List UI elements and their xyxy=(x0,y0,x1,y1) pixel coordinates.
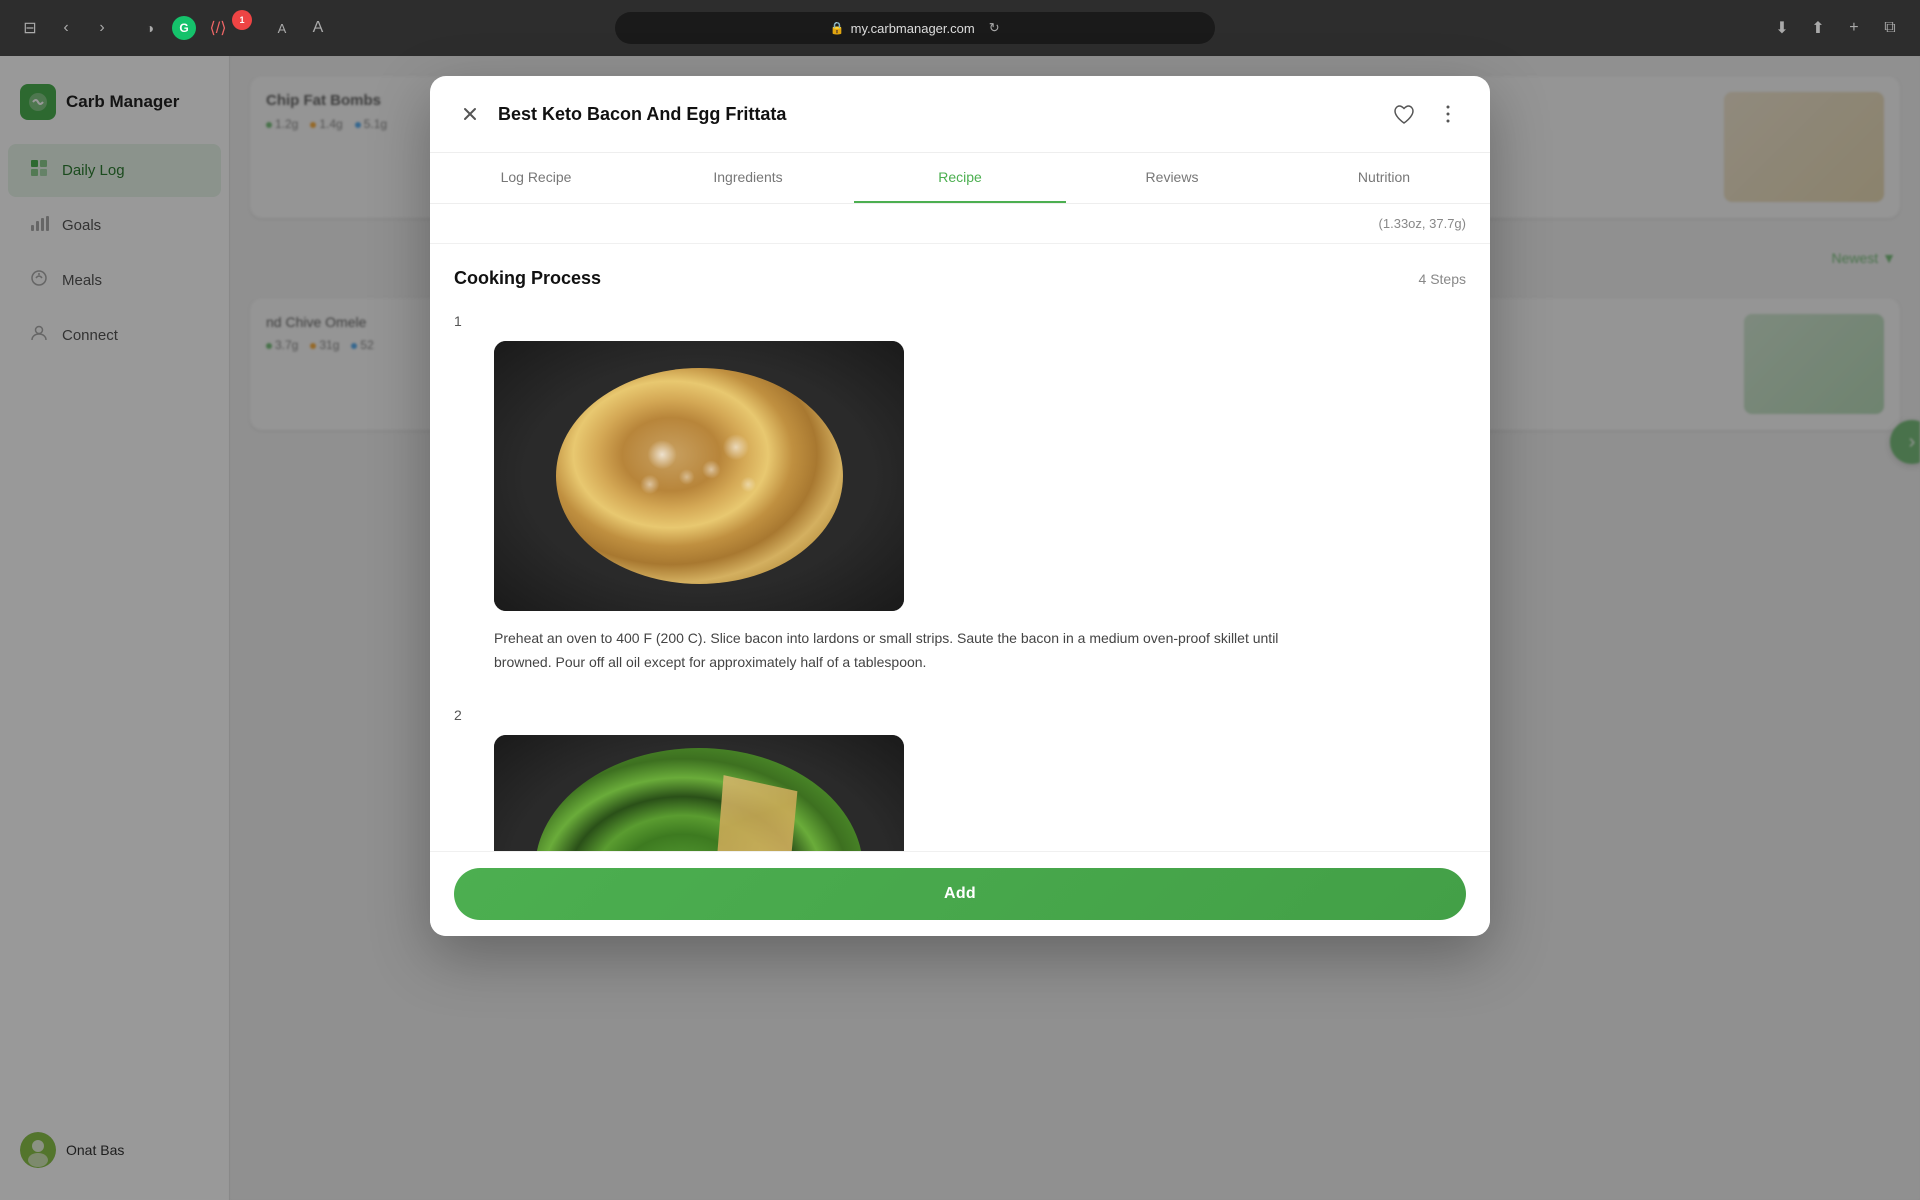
recipe-tabs: Log Recipe Ingredients Recipe Reviews Nu… xyxy=(430,153,1490,204)
close-button[interactable] xyxy=(454,98,486,130)
address-bar[interactable]: 🔒 my.carbmanager.com ↻ xyxy=(615,12,1215,44)
cooking-process-section: Cooking Process 4 Steps 1 Preheat an ove… xyxy=(430,244,1490,851)
lock-icon: 🔒 xyxy=(830,21,845,35)
more-options-button[interactable] xyxy=(1430,96,1466,132)
tab-reviews[interactable]: Reviews xyxy=(1066,153,1278,203)
modal-overlay: Best Keto Bacon And Egg Frittata xyxy=(0,56,1920,1200)
cooking-step-1: 1 Preheat an oven to 400 F (200 C). Slic… xyxy=(454,313,1466,675)
add-button[interactable]: Add xyxy=(454,868,1466,920)
tab-nutrition[interactable]: Nutrition xyxy=(1278,153,1490,203)
steps-count: 4 Steps xyxy=(1419,271,1466,287)
tab-recipe[interactable]: Recipe xyxy=(854,153,1066,203)
sidebar-toggle[interactable]: ⊟ xyxy=(16,14,44,42)
step-1-image xyxy=(494,341,904,611)
modal-title: Best Keto Bacon And Egg Frittata xyxy=(498,104,1386,125)
tab-ingredients[interactable]: Ingredients xyxy=(642,153,854,203)
font-a-small[interactable]: A xyxy=(268,14,296,42)
step-1-description: Preheat an oven to 400 F (200 C). Slice … xyxy=(494,627,1294,675)
refresh-icon[interactable]: ↻ xyxy=(989,20,1000,36)
favorite-button[interactable] xyxy=(1386,96,1422,132)
share-icon[interactable]: ⬆ xyxy=(1804,14,1832,42)
cooking-process-header: Cooking Process 4 Steps xyxy=(454,268,1466,289)
tabs-icon[interactable]: ⧉ xyxy=(1876,14,1904,42)
app-container: Carb Manager Daily Log xyxy=(0,56,1920,1200)
tab-log-recipe[interactable]: Log Recipe xyxy=(430,153,642,203)
cooking-process-title: Cooking Process xyxy=(454,268,601,289)
code-icon: ⟨/⟩ xyxy=(204,14,232,42)
forward-button[interactable]: › xyxy=(88,14,116,42)
modal-header: Best Keto Bacon And Egg Frittata xyxy=(430,76,1490,153)
modal-action-buttons xyxy=(1386,96,1466,132)
browser-chrome: ⊟ ‹ › ◑ G ⟨/⟩ 1 A A 🔒 my.carbmanager.com… xyxy=(0,0,1920,56)
new-tab-icon[interactable]: + xyxy=(1840,14,1868,42)
grammarly-icon: G xyxy=(172,16,196,40)
modal-footer: Add xyxy=(430,851,1490,936)
step-2-number: 2 xyxy=(454,707,1466,723)
recipe-modal: Best Keto Bacon And Egg Frittata xyxy=(430,76,1490,936)
font-a-large[interactable]: A xyxy=(304,14,332,42)
step-2-image xyxy=(494,735,904,851)
back-button[interactable]: ‹ xyxy=(52,14,80,42)
shield-icon: ◑ xyxy=(136,14,164,42)
step-1-number: 1 xyxy=(454,313,1466,329)
url-text: my.carbmanager.com xyxy=(851,21,975,36)
cooking-step-2: 2 xyxy=(454,707,1466,851)
size-info: (1.33oz, 37.7g) xyxy=(430,204,1490,244)
modal-body[interactable]: (1.33oz, 37.7g) Cooking Process 4 Steps … xyxy=(430,204,1490,851)
download-icon[interactable]: ⬇ xyxy=(1768,14,1796,42)
browser-extensions: ⬇ ⬆ + ⧉ xyxy=(1768,14,1904,42)
